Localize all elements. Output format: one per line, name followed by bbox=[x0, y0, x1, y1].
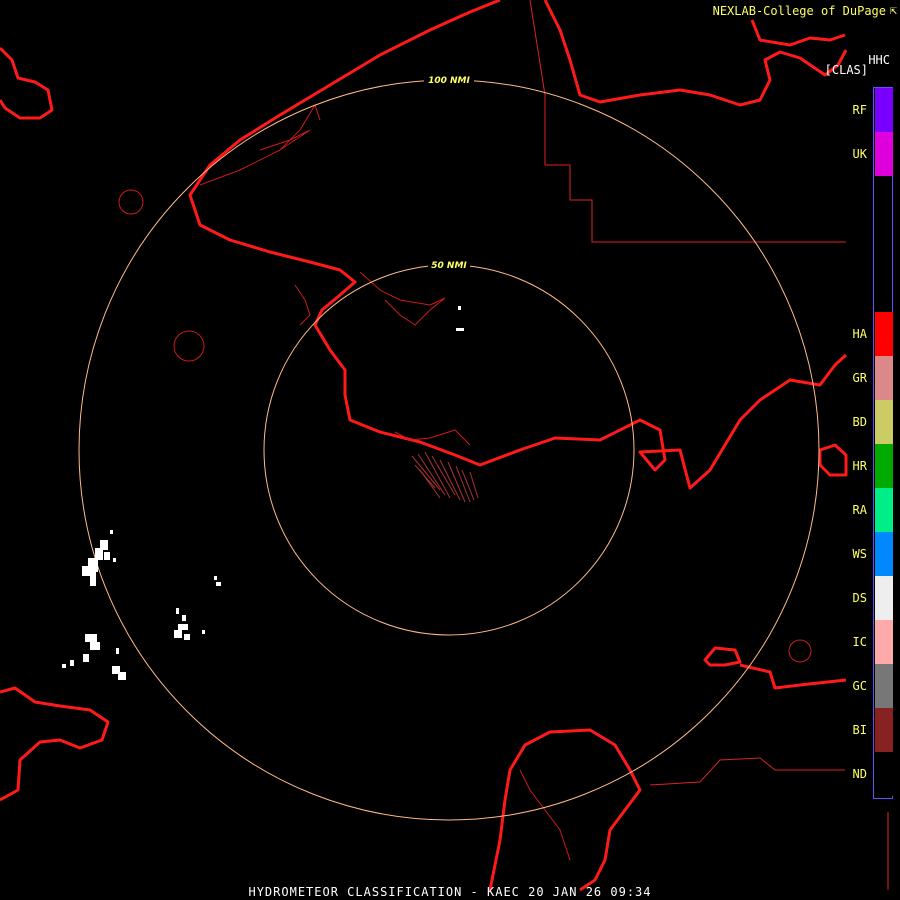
credit-text: NEXLAB-College of DuPage bbox=[712, 4, 886, 18]
product-class: [CLAS] bbox=[824, 63, 868, 77]
ring-label-50: 50 NMI bbox=[431, 261, 467, 271]
legend-swatch-ha bbox=[875, 312, 893, 356]
legend-swatch-gr bbox=[875, 356, 893, 400]
legend-label-ws: WS bbox=[852, 547, 867, 561]
legend-label-ra: RA bbox=[852, 503, 867, 517]
legend-label-rf: RF bbox=[852, 103, 867, 117]
product-code: HHC bbox=[868, 53, 890, 67]
legend-swatch-ra bbox=[875, 488, 893, 532]
legend-swatch-nd bbox=[875, 752, 893, 796]
legend-swatch-gc bbox=[875, 664, 893, 708]
legend-color-bar bbox=[873, 87, 893, 799]
legend-label-bi: BI bbox=[852, 723, 867, 737]
legend-swatch-bd bbox=[875, 400, 893, 444]
legend-label-gc: GC bbox=[852, 679, 867, 693]
ring-label-100: 100 NMI bbox=[428, 76, 470, 86]
footer-title: HYDROMETEOR CLASSIFICATION - KAEC 20 JAN… bbox=[248, 885, 652, 899]
legend-swatch-ic bbox=[875, 620, 893, 664]
range-ring-50 bbox=[263, 264, 635, 636]
legend-label-nd: ND bbox=[852, 767, 867, 781]
range-rings bbox=[78, 79, 820, 821]
legend-swatch-rf bbox=[875, 88, 893, 132]
shoreline-detail bbox=[118, 103, 812, 861]
radar-map: 50 NMI 100 NMI bbox=[0, 0, 889, 892]
legend-label-ha: HA bbox=[852, 327, 867, 341]
legend-swatch-hr bbox=[875, 444, 893, 488]
coastlines bbox=[0, 0, 848, 892]
legend-swatch-ws bbox=[875, 532, 893, 576]
legend-label-gr: GR bbox=[852, 371, 867, 385]
legend-label-hr: HR bbox=[852, 459, 867, 473]
legend-swatch-ds bbox=[875, 576, 893, 620]
range-ring-100 bbox=[78, 79, 820, 821]
legend-label-ic: IC bbox=[852, 635, 867, 649]
legend-label-ds: DS bbox=[852, 591, 867, 605]
legend-swatch-bi bbox=[875, 708, 893, 752]
legend-label-bd: BD bbox=[852, 415, 867, 429]
legend-swatch-uk bbox=[875, 132, 893, 176]
legend-label-uk: UK bbox=[852, 147, 867, 161]
external-link-icon[interactable]: ⇱ bbox=[890, 3, 897, 17]
